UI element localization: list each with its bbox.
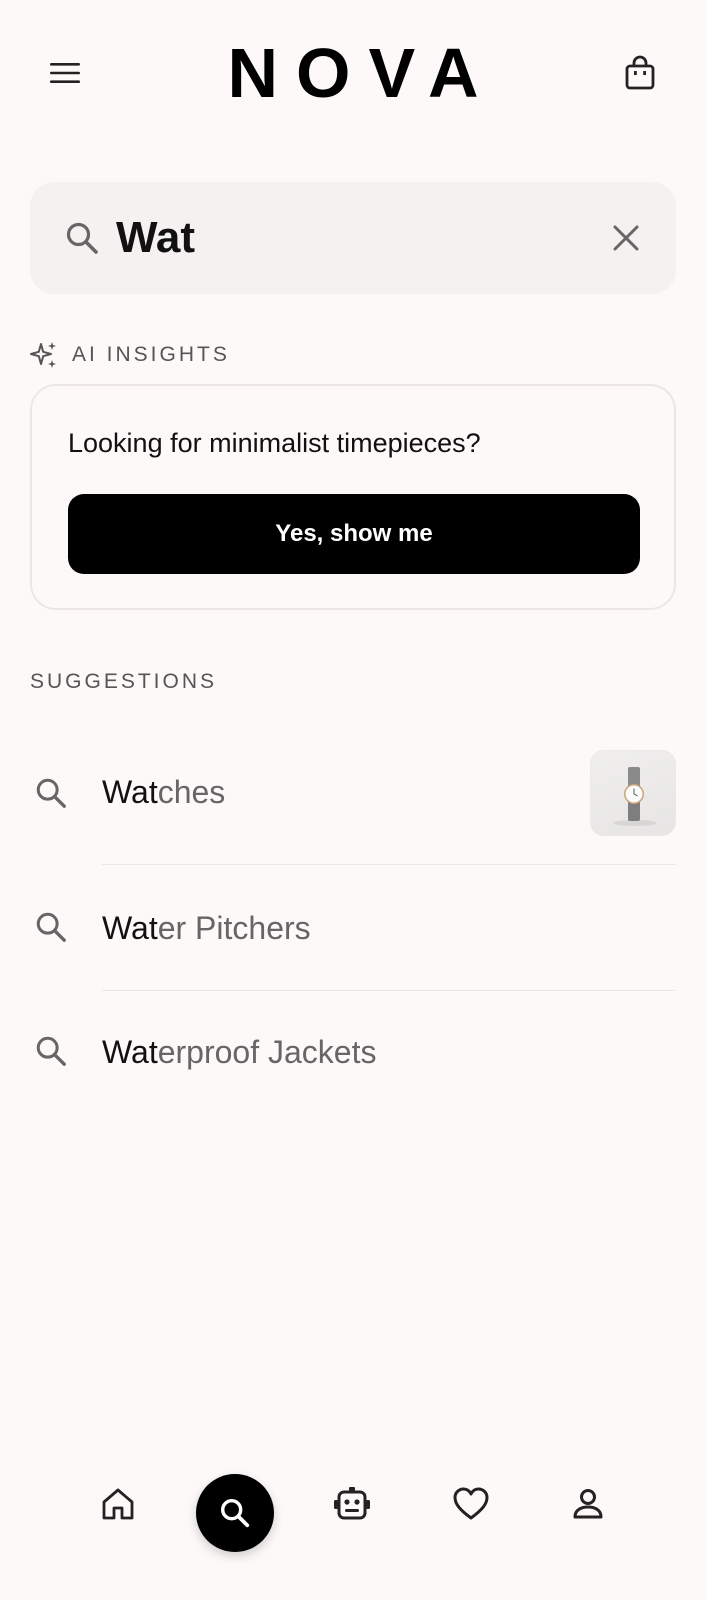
suggestion-text: Water Pitchers [102,908,311,948]
clear-search-button[interactable] [604,216,648,260]
suggestions-label: SUGGESTIONS [30,670,218,693]
suggestion-match: Wat [102,910,158,946]
ai-insight-card: Looking for minimalist timepieces? Yes, … [30,384,676,610]
nav-profile[interactable] [558,1474,618,1534]
suggestion-match: Wat [102,1034,158,1070]
nav-wishlist[interactable] [441,1474,501,1534]
header: NOVA [0,0,706,148]
suggestion-completion: ches [157,774,226,810]
divider [102,864,676,865]
suggestion-match: Wat [102,774,158,810]
divider [102,990,676,991]
home-icon [102,1488,134,1520]
app-root: NOVA Wat AI INSIGHTS Looking for minimal… [0,0,706,1600]
suggestion-text: Watches [102,772,225,812]
sparkles-icon [30,342,56,368]
search-icon [30,906,72,948]
cart-button[interactable] [618,51,662,95]
search-bar [30,182,676,294]
nav-search[interactable] [196,1474,274,1552]
close-icon [613,225,639,251]
suggestion-item-waterproof-jackets[interactable]: Waterproof Jackets [0,992,706,1116]
suggestion-item-watches[interactable]: Watches [0,728,706,858]
suggestion-completion: erproof Jackets [157,1034,377,1070]
user-icon [573,1489,603,1519]
suggestion-text: Waterproof Jackets [102,1032,376,1072]
search-icon [60,216,104,260]
suggestion-completion: er Pitchers [157,910,311,946]
nav-assistant[interactable] [322,1474,382,1534]
ai-insights-label: AI INSIGHTS [72,343,230,366]
bottom-navigation [0,1460,706,1570]
ai-insight-question: Looking for minimalist timepieces? [68,428,481,458]
watch-thumbnail [590,750,676,836]
search-icon [221,1499,250,1528]
search-icon [30,1030,72,1072]
nav-home[interactable] [88,1474,148,1534]
search-icon [30,772,72,814]
search-input[interactable] [116,210,596,266]
brand-logo[interactable]: NOVA [0,38,706,108]
shopping-bag-icon [625,55,655,90]
robot-icon [334,1487,370,1520]
ai-insights-header: AI INSIGHTS [30,340,230,370]
heart-icon [453,1487,489,1520]
suggestion-item-water-pitchers[interactable]: Water Pitchers [0,866,706,990]
ai-insight-confirm-button[interactable]: Yes, show me [68,494,640,574]
